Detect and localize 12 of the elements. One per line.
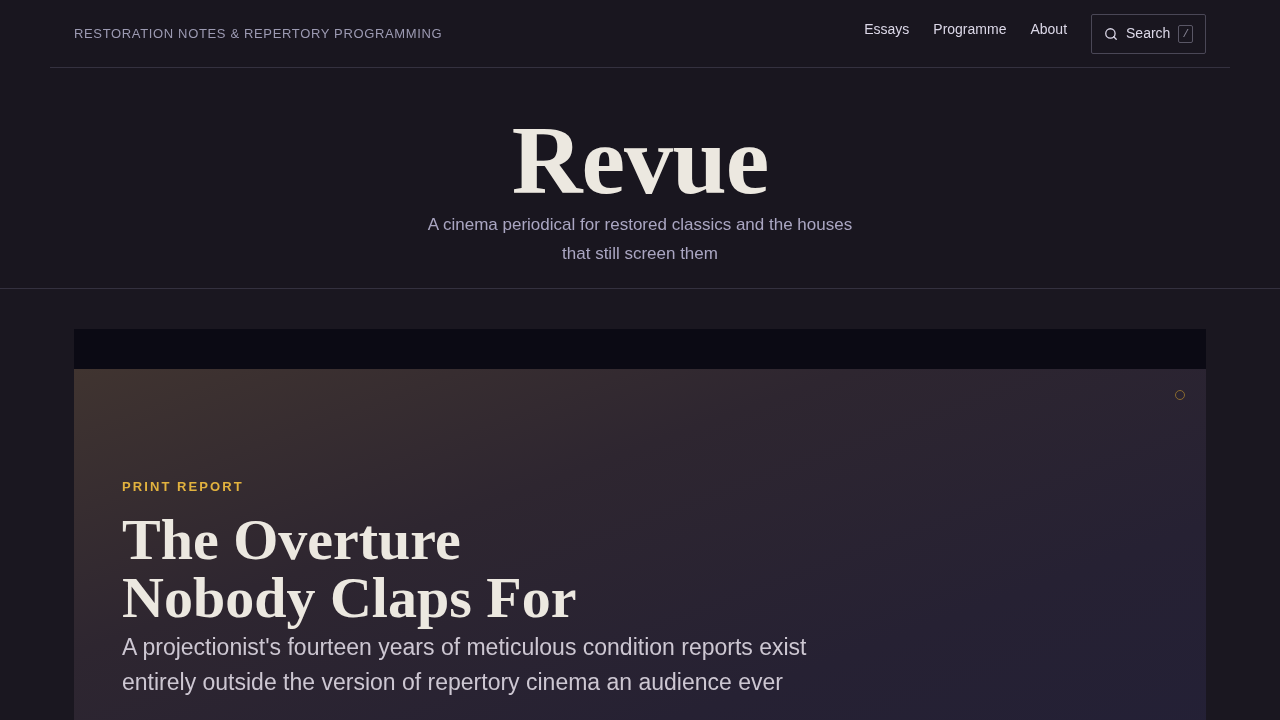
site-tagline: RESTORATION NOTES & REPERTORY PROGRAMMING (74, 24, 443, 43)
feature-summary: A projectionist's fourteen years of meticulous condition reports exist entirely outside the version of repertory cinema an audience ever (122, 633, 808, 697)
feature-kicker: PRINT REPORT (122, 478, 244, 496)
nav-link[interactable]: About (1030, 19, 1068, 40)
search-icon (1104, 26, 1119, 41)
masthead-title: Revue (511, 105, 769, 216)
shortcut-key: / (1178, 24, 1193, 43)
nav-link[interactable]: Essays (864, 19, 910, 40)
masthead-subtitle: A cinema periodical for restored classics and the houses that still screen them (426, 214, 854, 265)
nav-link[interactable]: Programme (933, 19, 1007, 40)
feature-title: The Overture Nobody Claps For (122, 511, 578, 627)
search-button[interactable]: Search / (1091, 13, 1206, 54)
